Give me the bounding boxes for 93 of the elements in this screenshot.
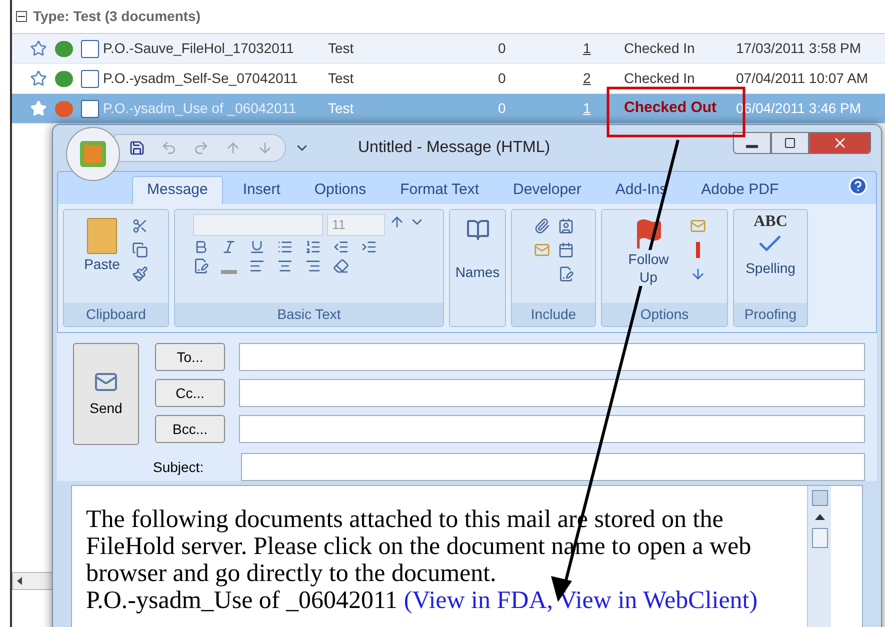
document-name: P.O.-ysadm_Use of _06042011 [86, 587, 398, 614]
checked-in-status-icon [55, 70, 73, 86]
address-field[interactable] [239, 379, 865, 407]
scroll-left-icon[interactable] [17, 577, 22, 585]
office-logo-icon [80, 141, 106, 167]
collapse-icon[interactable] [16, 11, 27, 22]
address-field[interactable] [239, 415, 865, 443]
align-center-icon [277, 258, 293, 274]
names-button[interactable]: Names [455, 262, 500, 283]
type-cell-text: Test [328, 99, 355, 118]
message-body[interactable] [71, 485, 863, 627]
bracket: ( [404, 587, 412, 614]
address-button[interactable]: Cc... [155, 379, 225, 407]
address-field[interactable] [239, 343, 865, 371]
decrease-indent-icon [333, 239, 349, 255]
paperclip-icon [534, 218, 550, 234]
arrow-down-icon [690, 266, 706, 282]
help-icon [848, 176, 868, 196]
document-name[interactable]: P.O.-ysadm_Self-Se_07042011 [103, 68, 328, 89]
window-title: Untitled - Message (HTML) [358, 138, 550, 158]
envelope-icon [690, 218, 706, 234]
group-label: Clipboard [64, 303, 168, 326]
ribbon-tab[interactable]: Adobe PDF [687, 176, 793, 204]
subject-label: Subject: [153, 458, 205, 477]
count-cell-text: 0 [498, 99, 507, 118]
ribbon-tab[interactable]: Developer [499, 176, 596, 204]
minimize-icon [746, 144, 758, 148]
send-button[interactable]: Send [73, 343, 139, 445]
scissors-icon [132, 218, 148, 234]
underline-icon [249, 239, 265, 255]
bullets-icon [277, 239, 293, 255]
group-label: Options [602, 303, 727, 326]
grow-font-icon [389, 214, 405, 230]
group-label: Include [512, 303, 595, 326]
status-cell-text: Checked Out [624, 98, 718, 118]
group-label: Proofing [734, 303, 807, 326]
document-row[interactable]: P.O.-Sauve_FileHol_17032011 Test 0 1 Checked In 17/03/2011 3:58 PM [12, 34, 885, 64]
view-link[interactable]: View in FDA [412, 587, 547, 614]
restore-button[interactable] [771, 132, 809, 154]
office-button[interactable] [66, 127, 120, 181]
scroll-thumb[interactable] [812, 528, 828, 548]
copy-icon [132, 242, 148, 258]
align-left-icon [249, 258, 265, 274]
checked-in-status-icon [55, 40, 73, 56]
comma: , [546, 587, 553, 614]
version-link[interactable]: 2 [583, 68, 624, 89]
view-link[interactable]: View in WebClient [558, 587, 750, 614]
date-cell-text: 17/03/2011 3:58 PM [736, 39, 862, 58]
ribbon-tab[interactable]: Options [300, 176, 380, 204]
minimize-button[interactable] [733, 132, 771, 154]
envelope-icon [534, 242, 550, 258]
document-name[interactable]: P.O.-Sauve_FileHol_17032011 [103, 38, 328, 59]
count-cell-text: 0 [498, 69, 507, 88]
calendar-icon [558, 242, 574, 258]
type-cell-text: Test [328, 69, 355, 88]
increase-indent-icon [361, 239, 377, 255]
font-name-field[interactable] [193, 214, 323, 236]
restore-icon [784, 137, 796, 149]
address-button[interactable]: Bcc... [155, 415, 225, 443]
signature-icon [558, 266, 574, 282]
type-cell-text: Test [328, 39, 355, 58]
address-button[interactable]: To... [155, 343, 225, 371]
clear-format-icon [333, 258, 349, 274]
business-card-icon [558, 218, 574, 234]
numbering-icon [305, 239, 321, 255]
group-label: Basic Text [175, 303, 443, 326]
redo-icon [193, 140, 209, 156]
bracket: ) [749, 587, 758, 614]
spelling-button[interactable]: ABC Spelling [746, 210, 796, 279]
locked-status-icon [55, 100, 73, 116]
ribbon-tab[interactable]: Format Text [386, 176, 494, 204]
count-cell-text: 0 [498, 39, 507, 58]
italic-icon [221, 239, 237, 255]
group-header: Type: Test (3 documents) [33, 7, 201, 26]
version-link[interactable]: 1 [583, 38, 624, 59]
brush-icon [132, 266, 148, 282]
align-right-icon [305, 258, 321, 274]
undo-icon [161, 140, 177, 156]
star-icon[interactable] [30, 70, 47, 87]
save-icon [129, 140, 145, 156]
status-cell-text: Checked In [624, 69, 696, 88]
vertical-scrollbar[interactable] [807, 486, 831, 627]
ribbon-tab[interactable]: Message [132, 176, 223, 204]
status-cell-text: Checked In [624, 39, 696, 58]
abc-label: ABC [754, 214, 788, 230]
scroll-up-icon[interactable] [814, 514, 824, 520]
subject-field[interactable] [241, 453, 865, 481]
date-cell-text: 07/04/2011 10:07 AM [736, 69, 868, 88]
address-book-icon [466, 218, 490, 242]
star-icon[interactable] [30, 40, 47, 57]
horizontal-scrollbar[interactable] [12, 572, 54, 590]
ribbon-tab[interactable]: Insert [228, 176, 294, 204]
paste-button[interactable]: Paste [84, 218, 120, 282]
